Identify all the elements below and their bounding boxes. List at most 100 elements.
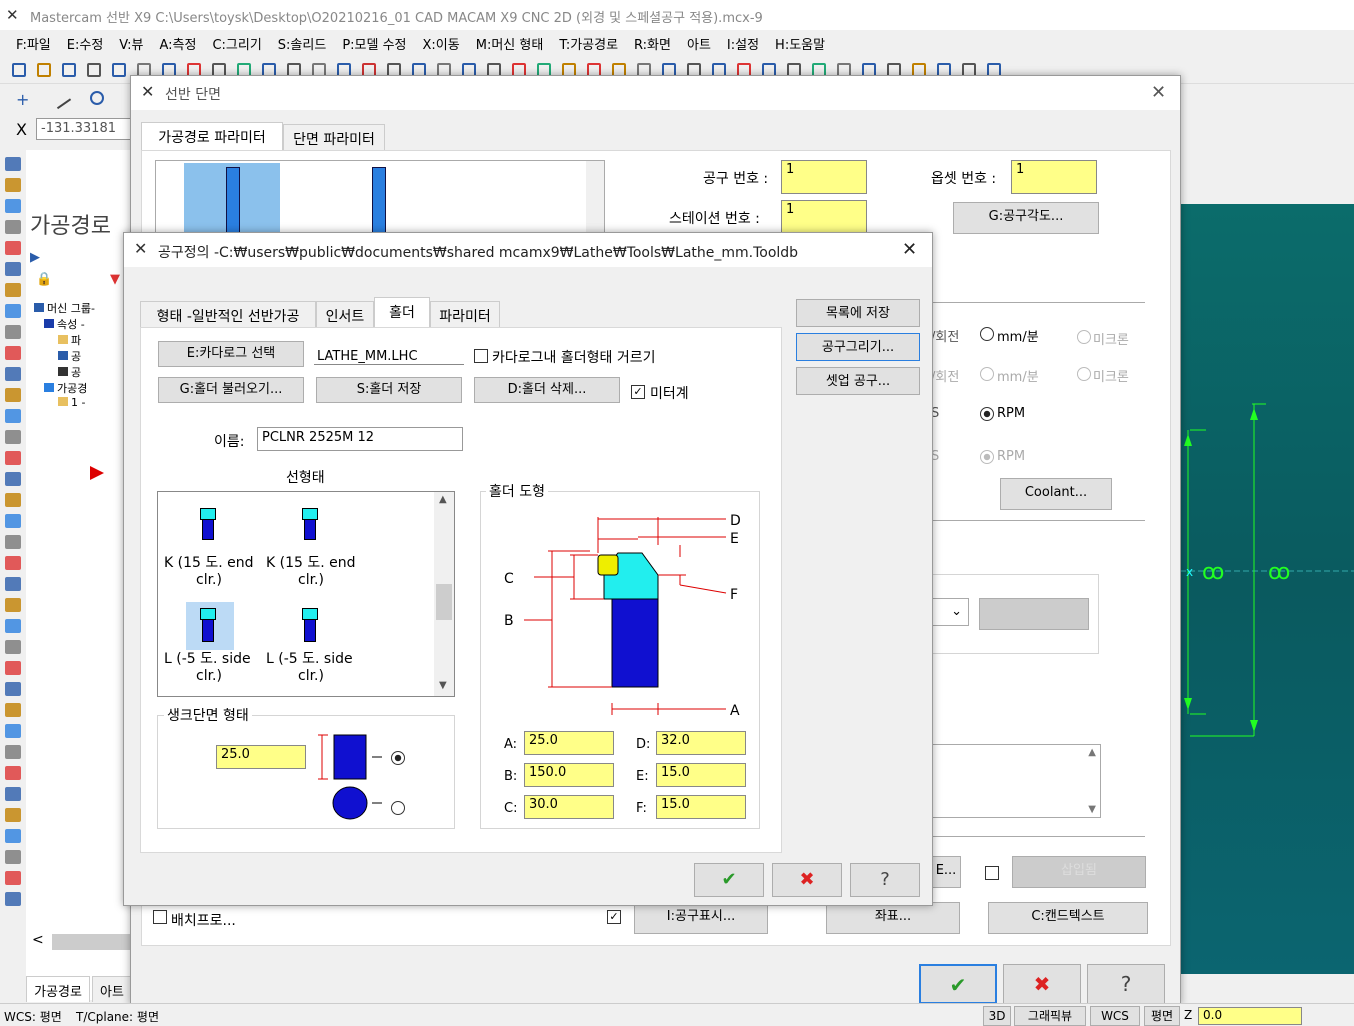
dim-a-input[interactable]: 25.0: [524, 731, 614, 755]
rail-tool-icon[interactable]: [5, 808, 21, 822]
mm-min-radio[interactable]: [980, 327, 994, 341]
plane-button[interactable]: 평면: [1144, 1006, 1180, 1026]
rail-tool-icon[interactable]: [5, 472, 21, 486]
dim-c-input[interactable]: 30.0: [524, 795, 614, 819]
tab-insert[interactable]: 인서트: [316, 301, 374, 327]
graphics-viewport[interactable]: ꝏ ꝏ x: [1180, 204, 1354, 974]
micron-radio[interactable]: [1077, 330, 1091, 344]
select-all-icon[interactable]: ▶: [30, 250, 40, 265]
batch-checkbox[interactable]: [153, 910, 167, 924]
tree-scroll-left[interactable]: <: [32, 932, 44, 948]
rail-tool-icon[interactable]: [5, 304, 21, 318]
draw-tool-button[interactable]: 공구그리기...: [796, 333, 920, 361]
reference-button[interactable]: E...: [931, 856, 961, 888]
tab-art[interactable]: 아트: [92, 976, 132, 1002]
style-item[interactable]: K (15 도. end clr.): [158, 498, 258, 588]
rail-tool-icon[interactable]: [5, 241, 21, 255]
cancel-button[interactable]: ✖: [772, 863, 842, 897]
menu-item[interactable]: T:가공경로: [551, 30, 626, 53]
rail-tool-icon[interactable]: [5, 682, 21, 696]
help-button[interactable]: ?: [850, 863, 920, 897]
rail-tool-icon[interactable]: [5, 598, 21, 612]
rail-tool-icon[interactable]: [5, 409, 21, 423]
rail-tool-icon[interactable]: [5, 220, 21, 234]
toolbar-tool-icon[interactable]: [12, 63, 26, 77]
menu-item[interactable]: V:뷰: [111, 30, 151, 53]
graphic-view-button[interactable]: 그래픽뷰: [1014, 1006, 1086, 1026]
rpm-radio[interactable]: [980, 450, 994, 464]
rail-tool-icon[interactable]: [5, 724, 21, 738]
dim-e-input[interactable]: 15.0: [656, 763, 746, 787]
rail-tool-icon[interactable]: [5, 388, 21, 402]
toolbar-tool-icon[interactable]: [62, 63, 76, 77]
menu-item[interactable]: E:수정: [59, 30, 112, 53]
menu-item[interactable]: C:그리기: [204, 30, 269, 53]
rail-tool-icon[interactable]: [5, 745, 21, 759]
notes-box[interactable]: ▲ ▼: [931, 744, 1101, 818]
rail-tool-icon[interactable]: [5, 346, 21, 360]
tab-face-params[interactable]: 단면 파라미터: [283, 124, 385, 150]
rail-tool-icon[interactable]: [5, 367, 21, 381]
rail-tool-icon[interactable]: [5, 178, 21, 192]
circle-tool-icon[interactable]: [90, 91, 104, 105]
show-tool-button[interactable]: I:공구표시...: [634, 902, 768, 934]
ok-button[interactable]: ✔: [694, 863, 764, 897]
tool-number-input[interactable]: 1: [781, 160, 867, 194]
menu-item[interactable]: I:설정: [719, 30, 767, 53]
cancel-button[interactable]: ✖: [1003, 964, 1081, 1004]
close-icon[interactable]: ✕: [902, 239, 917, 260]
style-item[interactable]: L (-5 도. side clr.): [260, 600, 360, 690]
rail-tool-icon[interactable]: [5, 640, 21, 654]
rail-tool-icon[interactable]: [5, 430, 21, 444]
menu-item[interactable]: 아트: [679, 30, 719, 53]
scroll-up-icon[interactable]: ▲: [1088, 747, 1096, 758]
insert-button[interactable]: 삽입됨: [1012, 856, 1146, 888]
rail-tool-icon[interactable]: [5, 157, 21, 171]
menu-item[interactable]: H:도움말: [767, 30, 833, 53]
rail-tool-icon[interactable]: [5, 766, 21, 780]
mm-min-radio[interactable]: [980, 367, 994, 381]
rail-tool-icon[interactable]: [5, 703, 21, 717]
setup-tool-button[interactable]: 셋업 공구...: [796, 367, 920, 395]
offset-number-input[interactable]: 1: [1011, 160, 1097, 194]
load-holder-button[interactable]: G:홀더 불러오기...: [158, 377, 304, 403]
tool-list-scrollbar[interactable]: [586, 161, 604, 239]
rail-tool-icon[interactable]: [5, 850, 21, 864]
tree-node[interactable]: 공: [34, 348, 134, 364]
holder-style-list[interactable]: K (15 도. end clr.) K (15 도. end clr.) L …: [157, 491, 455, 697]
show-tool-checkbox[interactable]: ✓: [607, 910, 621, 924]
menu-item[interactable]: R:화면: [626, 30, 679, 53]
line-tool-icon[interactable]: [48, 86, 72, 110]
name-input[interactable]: PCLNR 2525M 12: [257, 427, 463, 451]
catalog-select-button[interactable]: E:카다로그 선택: [158, 341, 304, 367]
rail-tool-icon[interactable]: [5, 451, 21, 465]
tab-toolpaths[interactable]: 가공경로: [26, 976, 90, 1002]
rail-tool-icon[interactable]: [5, 661, 21, 675]
save-holder-button[interactable]: S:홀더 저장: [316, 377, 462, 403]
tab-type[interactable]: 형태 -일반적인 선반가공: [140, 301, 316, 327]
rail-tool-icon[interactable]: [5, 493, 21, 507]
rail-tool-icon[interactable]: [5, 892, 21, 906]
scroll-thumb[interactable]: [436, 584, 452, 620]
plus-icon[interactable]: +: [16, 90, 29, 109]
tab-parameters[interactable]: 파라미터: [430, 301, 500, 327]
coordinates-button[interactable]: 좌표...: [826, 902, 960, 934]
shank-size-input[interactable]: 25.0: [216, 745, 306, 769]
rail-tool-icon[interactable]: [5, 787, 21, 801]
tree-node[interactable]: 파: [34, 332, 134, 348]
ok-button[interactable]: ✔: [919, 964, 997, 1004]
insert-checkbox[interactable]: [985, 866, 999, 880]
menu-item[interactable]: P:모델 수정: [334, 30, 414, 53]
rail-tool-icon[interactable]: [5, 325, 21, 339]
menu-item[interactable]: X:이동: [415, 30, 468, 53]
rail-tool-icon[interactable]: [5, 262, 21, 276]
close-icon[interactable]: ✕: [1151, 82, 1166, 103]
menu-item[interactable]: S:솔리드: [270, 30, 335, 53]
dim-d-input[interactable]: 32.0: [656, 731, 746, 755]
dim-f-input[interactable]: 15.0: [656, 795, 746, 819]
scroll-down-icon[interactable]: ▼: [1088, 804, 1096, 815]
help-button[interactable]: ?: [1087, 964, 1165, 1004]
delete-holder-button[interactable]: D:홀더 삭제...: [474, 377, 620, 403]
round-shank-radio[interactable]: [391, 801, 405, 815]
metric-checkbox[interactable]: ✓: [631, 385, 645, 399]
